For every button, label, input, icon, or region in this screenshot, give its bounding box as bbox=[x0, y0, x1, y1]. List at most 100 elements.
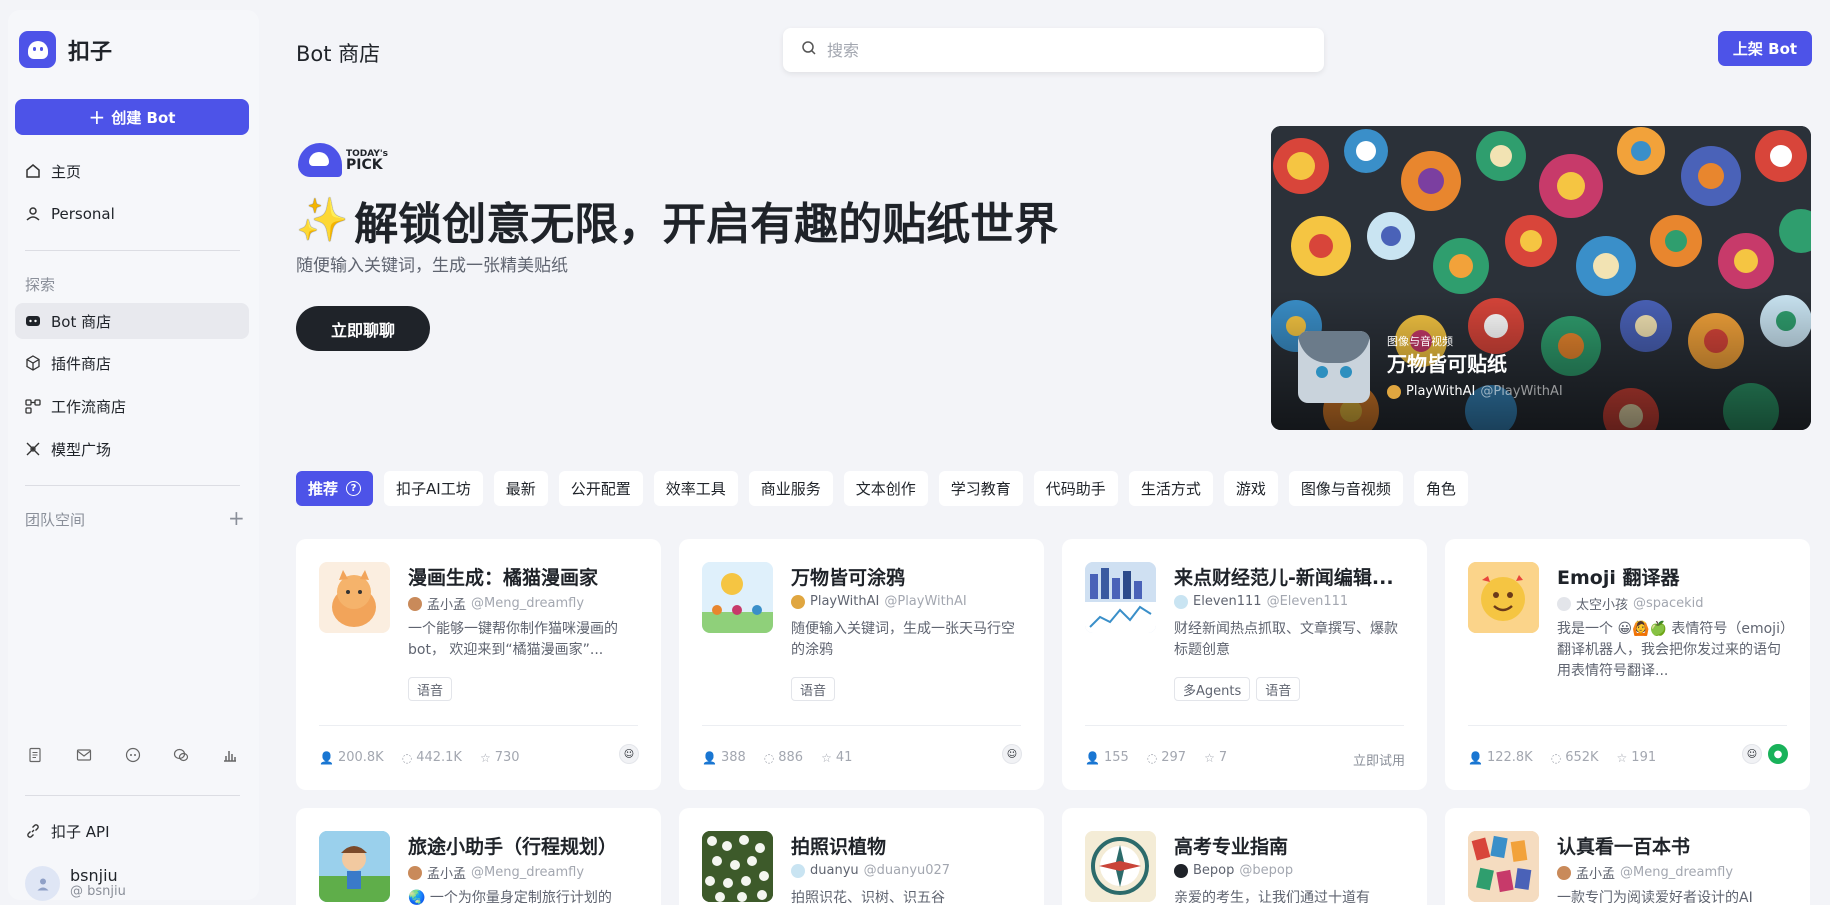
search-icon bbox=[801, 40, 817, 60]
author-handle: @Meng_dreamfly bbox=[471, 596, 585, 611]
banner-bot-avatar bbox=[1298, 331, 1370, 403]
tab-image-video[interactable]: 图像与音视频 bbox=[1288, 471, 1403, 506]
users-icon: 👤 bbox=[702, 750, 717, 765]
create-bot-button[interactable]: + 创建 Bot bbox=[15, 99, 249, 135]
tab-recommended[interactable]: 推荐 ? bbox=[296, 471, 374, 506]
author-name: Eleven111 bbox=[1193, 594, 1262, 609]
star-icon: ☆ bbox=[821, 750, 832, 765]
chart-icon[interactable] bbox=[220, 745, 240, 765]
sidebar-item-label: 主页 bbox=[51, 162, 82, 181]
bot-card[interactable]: 旅途小助手（行程规划） 孟小孟 @Meng_dreamfly 🌏 一个为你量身定… bbox=[296, 808, 661, 905]
stars-stat: ☆ 730 bbox=[480, 750, 520, 765]
author-name: Bepop bbox=[1193, 863, 1235, 878]
author-handle: @Meng_dreamfly bbox=[471, 865, 585, 880]
sidebar-item-home[interactable]: 主页 bbox=[15, 153, 249, 189]
bot-thumbnail bbox=[1085, 562, 1156, 633]
mail-icon[interactable] bbox=[74, 745, 94, 765]
document-icon[interactable] bbox=[25, 745, 45, 765]
tab-latest[interactable]: 最新 bbox=[493, 471, 548, 506]
tab-characters[interactable]: 角色 bbox=[1413, 471, 1468, 506]
try-now-link[interactable]: 立即试用 bbox=[1353, 750, 1405, 769]
bot-title: 高考专业指南 bbox=[1174, 836, 1289, 858]
sidebar-item-label: 工作流商店 bbox=[51, 397, 127, 416]
featured-banner[interactable]: 图像与音视频 万物皆可贴纸 PlayWithAI @PlayWithAI bbox=[1271, 126, 1811, 430]
bot-card[interactable]: 来点财经范儿-新闻编辑... Eleven111 @Eleven111 财经新闻… bbox=[1062, 539, 1427, 790]
model-avatar-icon: ☺ bbox=[1742, 744, 1762, 764]
banner-bot-name: 万物皆可贴纸 bbox=[1387, 352, 1507, 376]
person-icon bbox=[25, 206, 41, 222]
user-profile[interactable]: bsnjiu @ bsnjiu bbox=[25, 866, 126, 901]
sidebar-item-plugin-store[interactable]: 插件商店 bbox=[15, 345, 249, 381]
tab-business[interactable]: 商业服务 bbox=[748, 471, 833, 506]
author-avatar bbox=[791, 594, 805, 609]
add-team-icon[interactable]: + bbox=[228, 506, 245, 530]
tab-education[interactable]: 学习教育 bbox=[938, 471, 1023, 506]
bot-title: 认真看一百本书 bbox=[1557, 836, 1691, 858]
model-badges: ☺ ● bbox=[1742, 744, 1788, 764]
author-avatar bbox=[1557, 596, 1571, 611]
create-bot-label: 创建 Bot bbox=[111, 108, 176, 127]
bot-title: 万物皆可涂鸦 bbox=[791, 567, 906, 589]
publish-bot-button[interactable]: 上架 Bot bbox=[1718, 31, 1812, 66]
stars-count: 41 bbox=[835, 750, 853, 765]
bot-stats: 👤 122.8K ◌ 652K ☆ 191 bbox=[1468, 750, 1656, 765]
users-stat: 👤 122.8K bbox=[1468, 750, 1533, 765]
bot-title: 来点财经范儿-新闻编辑... bbox=[1174, 567, 1394, 589]
bot-title: 旅途小助手（行程规划） bbox=[408, 836, 618, 858]
author-name: 孟小孟 bbox=[427, 598, 467, 613]
tab-coze-ai-workshop[interactable]: 扣子AI工坊 bbox=[384, 471, 483, 506]
plus-icon: + bbox=[88, 105, 106, 129]
sparkle-icon: ✨ bbox=[296, 195, 349, 244]
bot-description: 财经新闻热点抓取、文章撰写、爆款标题创意 bbox=[1174, 621, 1398, 658]
sidebar-item-api[interactable]: 扣子 API bbox=[15, 813, 249, 849]
users-icon: 👤 bbox=[1085, 750, 1100, 765]
bot-card[interactable]: 高考专业指南 Bepop @bepop 亲爱的考生，让我们通过十道有 bbox=[1062, 808, 1427, 905]
hero-title-text: 解锁创意无限，开启有趣的贴纸世界 bbox=[354, 199, 1059, 250]
brand[interactable]: 扣子 bbox=[19, 31, 112, 68]
search-input[interactable] bbox=[827, 40, 1307, 60]
tab-lifestyle[interactable]: 生活方式 bbox=[1128, 471, 1213, 506]
author-avatar bbox=[1174, 594, 1188, 609]
users-count: 388 bbox=[720, 750, 746, 765]
bot-card[interactable]: 认真看一百本书 孟小孟 @Meng_dreamfly 一款专门为阅读爱好者设计的… bbox=[1445, 808, 1810, 905]
discord-icon[interactable] bbox=[123, 745, 143, 765]
wechat-icon[interactable] bbox=[171, 745, 191, 765]
tab-code-assistant[interactable]: 代码助手 bbox=[1033, 471, 1118, 506]
author-handle: @duanyu027 bbox=[863, 863, 951, 878]
bot-thumbnail bbox=[1468, 562, 1539, 633]
bot-card[interactable]: Emoji 翻译器 太空小孩 @spacekid 我是一个 😀🙆🍏 表情符号（e… bbox=[1445, 539, 1810, 790]
chat-icon: ◌ bbox=[763, 750, 775, 765]
bot-description: 我是一个 😀🙆🍏 表情符号（emoji）翻译机器人，我会把你发过来的语句用表情符… bbox=[1557, 621, 1787, 679]
sidebar-item-label: Bot 商店 bbox=[51, 312, 112, 331]
stars-stat: ☆ 41 bbox=[821, 750, 852, 765]
users-icon: 👤 bbox=[1468, 750, 1483, 765]
bot-author: 孟小孟 @Meng_dreamfly bbox=[408, 594, 584, 613]
users-count: 200.8K bbox=[337, 750, 384, 765]
card-divider bbox=[702, 725, 1021, 726]
sidebar-item-personal[interactable]: Personal bbox=[15, 196, 249, 232]
chats-count: 297 bbox=[1161, 750, 1187, 765]
sidebar-item-workflow-store[interactable]: 工作流商店 bbox=[15, 388, 249, 424]
tab-games[interactable]: 游戏 bbox=[1223, 471, 1278, 506]
chat-now-button[interactable]: 立即聊聊 bbox=[296, 306, 430, 351]
pick-big-text: PICK bbox=[346, 157, 383, 173]
hero-title: ✨ 解锁创意无限，开启有趣的贴纸世界 bbox=[296, 188, 1058, 252]
help-icon[interactable]: ? bbox=[346, 481, 362, 496]
sidebar-item-model-square[interactable]: 模型广场 bbox=[15, 431, 249, 467]
tab-productivity[interactable]: 效率工具 bbox=[653, 471, 738, 506]
sidebar-item-bot-store[interactable]: Bot 商店 bbox=[15, 303, 249, 339]
banner-author-handle: @PlayWithAI bbox=[1480, 384, 1563, 399]
stars-count: 191 bbox=[1631, 750, 1657, 765]
bot-card[interactable]: 万物皆可涂鸦 PlayWithAI @PlayWithAI 随便输入关键词，生成… bbox=[679, 539, 1044, 790]
author-avatar bbox=[408, 865, 422, 880]
tab-public-config[interactable]: 公开配置 bbox=[558, 471, 643, 506]
star-icon: ☆ bbox=[1204, 750, 1215, 765]
bot-title: Emoji 翻译器 bbox=[1557, 567, 1680, 589]
tab-writing[interactable]: 文本创作 bbox=[843, 471, 928, 506]
category-tabs: 推荐 ? 扣子AI工坊 最新 公开配置 效率工具 商业服务 文本创作 学习教育 … bbox=[296, 471, 1468, 506]
bot-card[interactable]: 拍照识植物 duanyu @duanyu027 拍照识花、识树、识五谷 bbox=[679, 808, 1044, 905]
model-badges: ☺ bbox=[619, 744, 639, 764]
search-bar bbox=[783, 28, 1324, 72]
bot-card[interactable]: 漫画生成：橘猫漫画家 孟小孟 @Meng_dreamfly 一个能够一键帮你制作… bbox=[296, 539, 661, 790]
bot-title: 漫画生成：橘猫漫画家 bbox=[408, 567, 599, 589]
